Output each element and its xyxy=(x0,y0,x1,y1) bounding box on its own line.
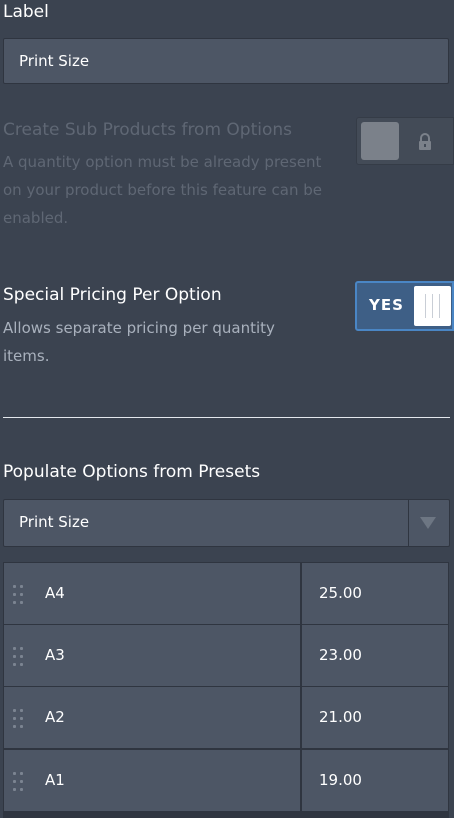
drag-handle-icon[interactable] xyxy=(13,772,25,792)
option-name-cell[interactable]: A3 xyxy=(4,625,300,686)
option-price-cell[interactable]: 19.00 xyxy=(302,750,448,811)
option-name: A4 xyxy=(45,584,65,602)
option-price-cell[interactable]: 23.00 xyxy=(302,625,448,686)
select-separator xyxy=(408,500,409,546)
label-heading: Label xyxy=(3,2,49,22)
option-name-cell[interactable]: A2 xyxy=(4,687,300,748)
special-pricing-toggle[interactable]: YES xyxy=(355,281,454,331)
table-row: A3 23.00 xyxy=(3,624,449,686)
option-name: A2 xyxy=(45,708,65,726)
presets-title: Populate Options from Presets xyxy=(3,462,261,482)
section-divider xyxy=(3,417,450,418)
option-price-cell[interactable]: 25.00 xyxy=(302,563,448,624)
lock-icon xyxy=(419,133,431,150)
table-row: A2 21.00 xyxy=(3,686,449,748)
toggle-yes-label: YES xyxy=(369,296,404,314)
option-price: 23.00 xyxy=(319,646,362,664)
chevron-down-icon[interactable] xyxy=(420,517,436,529)
drag-handle-icon[interactable] xyxy=(13,647,25,667)
option-name: A1 xyxy=(45,771,65,789)
option-price-cell[interactable]: 21.00 xyxy=(302,687,448,748)
presets-selected-value: Print Size xyxy=(19,513,90,531)
special-pricing-title: Special Pricing Per Option xyxy=(3,285,222,305)
sub-products-description: A quantity option must be already presen… xyxy=(3,153,322,227)
table-row: A1 19.00 xyxy=(3,749,449,811)
toggle-knob xyxy=(414,286,451,326)
presets-select[interactable]: Print Size xyxy=(3,499,450,547)
options-table: A4 25.00 A3 23.00 A2 21.00 A1 19.00 xyxy=(3,562,449,818)
sub-products-title: Create Sub Products from Options xyxy=(3,120,293,140)
option-price: 21.00 xyxy=(319,708,362,726)
table-row: A4 25.00 xyxy=(3,562,449,624)
drag-handle-icon[interactable] xyxy=(13,709,25,729)
label-input[interactable] xyxy=(3,38,449,84)
option-name-cell[interactable]: A4 xyxy=(4,563,300,624)
option-settings-panel: Label Create Sub Products from Options A… xyxy=(0,0,454,818)
option-name: A3 xyxy=(45,646,65,664)
option-price: 19.00 xyxy=(319,771,362,789)
sub-products-toggle[interactable] xyxy=(356,117,454,165)
option-name-cell[interactable]: A1 xyxy=(4,750,300,811)
special-pricing-description: Allows separate pricing per quantity ite… xyxy=(3,319,275,365)
option-price: 25.00 xyxy=(319,584,362,602)
toggle-knob xyxy=(361,122,399,160)
drag-handle-icon[interactable] xyxy=(13,585,25,605)
